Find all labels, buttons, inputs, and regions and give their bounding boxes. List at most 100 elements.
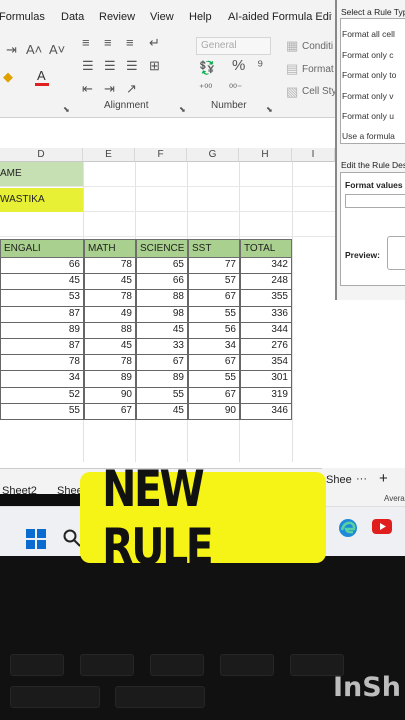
font-color-icon[interactable]: A [37, 69, 46, 82]
column-header-g[interactable]: G [187, 148, 239, 162]
table-cell[interactable]: 78 [84, 355, 136, 372]
increase-decimal-icon[interactable]: ⁺⁰⁰ [199, 82, 212, 95]
table-cell[interactable]: 78 [84, 290, 136, 307]
increase-font-icon[interactable]: A˄ [26, 43, 42, 56]
table-cell[interactable]: 98 [136, 306, 188, 323]
decrease-indent-icon[interactable]: ⇥ [6, 43, 17, 56]
column-header-f[interactable]: F [135, 148, 187, 162]
table-cell[interactable]: 319 [240, 387, 292, 404]
sheet-tab-next[interactable]: Shee [57, 485, 83, 497]
format-table-icon[interactable]: ▤ [286, 62, 298, 75]
currency-icon[interactable]: 💱 [199, 61, 215, 74]
table-cell[interactable]: 89 [0, 322, 84, 339]
table-cell[interactable]: 57 [188, 274, 240, 291]
merge-center-icon[interactable]: ⊞ [149, 59, 160, 72]
tab-data[interactable]: Data [61, 11, 84, 23]
column-header-e[interactable]: E [83, 148, 135, 162]
table-header-total[interactable]: TOTAL [240, 239, 292, 258]
table-cell[interactable]: 89 [84, 371, 136, 388]
tab-ai-formula[interactable]: AI-aided Formula Edit [228, 11, 332, 23]
name-label-cell[interactable]: AME [0, 162, 83, 186]
format-as-table-button[interactable]: Format [302, 64, 334, 75]
decrease-decimal-icon[interactable]: ⁰⁰⁻ [229, 82, 242, 95]
table-cell[interactable]: 87 [0, 339, 84, 356]
table-cell[interactable]: 34 [188, 339, 240, 356]
table-cell[interactable]: 65 [136, 258, 188, 275]
table-cell[interactable]: 45 [136, 322, 188, 339]
decrease-font-icon[interactable]: A˅ [49, 43, 65, 56]
align-center-icon[interactable]: ☰ [104, 59, 116, 72]
table-cell[interactable]: 344 [240, 322, 292, 339]
table-cell[interactable]: 87 [0, 306, 84, 323]
cell-styles-button[interactable]: Cell Sty [302, 86, 336, 97]
conditional-format-button[interactable]: Conditi [302, 41, 333, 52]
table-cell[interactable]: 301 [240, 371, 292, 388]
indent-decrease-icon[interactable]: ⇤ [82, 82, 93, 95]
table-cell[interactable]: 49 [84, 306, 136, 323]
tab-view[interactable]: View [150, 11, 174, 23]
rule-option-top[interactable]: Format only to [342, 70, 396, 80]
sheet-tab-sheet2[interactable]: Sheet2 [2, 485, 37, 497]
tab-review[interactable]: Review [99, 11, 135, 23]
conditional-format-icon[interactable]: ▦ [286, 39, 298, 52]
name-value-cell[interactable]: WASTIKA [0, 188, 83, 212]
format-values-input[interactable] [345, 194, 405, 208]
align-top-icon[interactable]: ≡ [82, 36, 90, 49]
font-dialog-launcher-icon[interactable]: ⬊ [63, 103, 70, 116]
rule-option-all-cells[interactable]: Format all cell [342, 29, 395, 39]
number-format-select[interactable]: General [196, 37, 271, 55]
rule-option-contain[interactable]: Format only c [342, 50, 394, 60]
table-cell[interactable]: 34 [0, 371, 84, 388]
wrap-text-icon[interactable]: ↵ [149, 36, 160, 49]
table-cell[interactable]: 67 [136, 355, 188, 372]
table-cell[interactable]: 45 [84, 274, 136, 291]
column-header-i[interactable]: I [292, 148, 335, 162]
rule-option-formula[interactable]: Use a formula [342, 131, 395, 141]
table-cell[interactable]: 77 [188, 258, 240, 275]
table-cell[interactable]: 78 [84, 258, 136, 275]
table-cell[interactable]: 342 [240, 258, 292, 275]
table-cell[interactable]: 55 [0, 403, 84, 420]
table-cell[interactable]: 56 [188, 322, 240, 339]
search-icon[interactable] [63, 529, 81, 547]
indent-increase-icon[interactable]: ⇥ [104, 82, 115, 95]
align-middle-icon[interactable]: ≡ [104, 36, 112, 49]
tab-formulas[interactable]: Formulas [0, 11, 45, 23]
align-bottom-icon[interactable]: ≡ [126, 36, 134, 49]
table-cell[interactable]: 67 [188, 387, 240, 404]
orientation-icon[interactable]: ↗ [126, 82, 137, 95]
fill-color-icon[interactable]: ◆ [3, 70, 13, 83]
add-sheet-icon[interactable]: + [379, 470, 388, 487]
table-cell[interactable]: 276 [240, 339, 292, 356]
table-cell[interactable]: 33 [136, 339, 188, 356]
windows-start-icon[interactable] [26, 529, 46, 549]
table-cell[interactable]: 90 [84, 387, 136, 404]
table-cell[interactable]: 52 [0, 387, 84, 404]
align-right-icon[interactable]: ☰ [126, 59, 138, 72]
table-cell[interactable]: 88 [84, 322, 136, 339]
table-cell[interactable]: 45 [136, 403, 188, 420]
table-cell[interactable]: 66 [0, 258, 84, 275]
table-cell[interactable]: 67 [84, 403, 136, 420]
table-cell[interactable]: 53 [0, 290, 84, 307]
more-sheets-icon[interactable]: ··· [356, 473, 367, 485]
table-header-math[interactable]: MATH [84, 239, 136, 258]
number-dialog-launcher-icon[interactable]: ⬊ [266, 103, 273, 116]
sheet-tab-last[interactable]: Shee [326, 474, 352, 486]
edge-icon[interactable] [338, 518, 358, 538]
table-cell[interactable]: 89 [136, 371, 188, 388]
alignment-dialog-launcher-icon[interactable]: ⬊ [179, 103, 186, 116]
tab-help[interactable]: Help [189, 11, 212, 23]
table-cell[interactable]: 336 [240, 306, 292, 323]
table-cell[interactable]: 248 [240, 274, 292, 291]
table-cell[interactable]: 355 [240, 290, 292, 307]
table-header-sst[interactable]: SST [188, 239, 240, 258]
youtube-icon[interactable] [372, 519, 392, 534]
table-cell[interactable]: 66 [136, 274, 188, 291]
cell-styles-icon[interactable]: ▧ [286, 85, 298, 98]
column-header-h[interactable]: H [239, 148, 292, 162]
table-cell[interactable]: 55 [188, 306, 240, 323]
table-cell[interactable]: 90 [188, 403, 240, 420]
table-cell[interactable]: 67 [188, 290, 240, 307]
column-header-d[interactable]: D [0, 148, 83, 162]
